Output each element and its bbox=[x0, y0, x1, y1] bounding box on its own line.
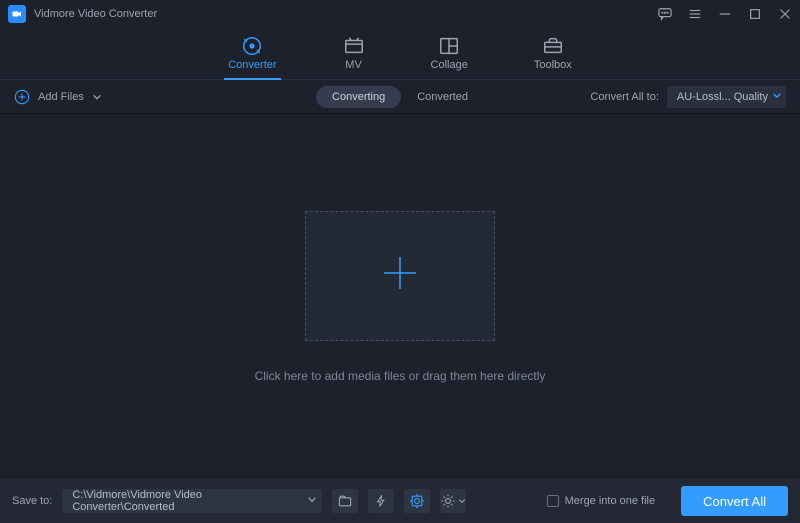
plus-circle-icon bbox=[14, 89, 30, 105]
minimize-icon[interactable] bbox=[718, 7, 732, 21]
window-controls bbox=[658, 7, 792, 21]
chevron-down-icon bbox=[307, 495, 317, 508]
sub-tabs: Converting Converted bbox=[316, 86, 484, 108]
app-logo-icon bbox=[8, 5, 26, 23]
merge-label: Merge into one file bbox=[565, 495, 656, 507]
lightning-off-button[interactable] bbox=[368, 489, 394, 513]
checkbox-icon bbox=[547, 495, 559, 507]
menu-icon[interactable] bbox=[688, 7, 702, 21]
converter-icon bbox=[241, 37, 263, 55]
convert-all-to-label: Convert All to: bbox=[590, 91, 658, 103]
save-to-label: Save to: bbox=[12, 495, 52, 507]
chevron-down-icon bbox=[92, 92, 102, 102]
app-title: Vidmore Video Converter bbox=[34, 8, 157, 20]
gpu-accel-button[interactable] bbox=[404, 489, 430, 513]
add-files-label: Add Files bbox=[38, 91, 84, 103]
add-files-button[interactable]: Add Files bbox=[14, 89, 102, 105]
chevron-down-icon bbox=[772, 90, 782, 103]
plus-icon bbox=[378, 251, 422, 300]
toolbar: Add Files Converting Converted Convert A… bbox=[0, 80, 800, 114]
tab-label: Toolbox bbox=[534, 59, 572, 71]
drop-hint: Click here to add media files or drag th… bbox=[255, 369, 546, 383]
collage-icon bbox=[438, 37, 460, 55]
maximize-icon[interactable] bbox=[748, 7, 762, 21]
convert-all-button[interactable]: Convert All bbox=[681, 486, 788, 516]
feedback-icon[interactable] bbox=[658, 7, 672, 21]
output-format-dropdown[interactable]: AU-Lossl... Quality bbox=[667, 86, 786, 108]
subtab-converted[interactable]: Converted bbox=[401, 86, 484, 108]
tab-toolbox[interactable]: Toolbox bbox=[530, 28, 576, 79]
mv-icon bbox=[343, 37, 365, 55]
merge-checkbox[interactable]: Merge into one file bbox=[547, 495, 656, 507]
toolbox-icon bbox=[542, 37, 564, 55]
title-bar: Vidmore Video Converter bbox=[0, 0, 800, 28]
tab-label: MV bbox=[345, 59, 362, 71]
tab-converter[interactable]: Converter bbox=[224, 28, 280, 79]
convert-all-to: Convert All to: AU-Lossl... Quality bbox=[590, 86, 786, 108]
close-icon[interactable] bbox=[778, 7, 792, 21]
output-format-value: AU-Lossl... Quality bbox=[677, 91, 768, 103]
tab-collage[interactable]: Collage bbox=[427, 28, 472, 79]
save-path-dropdown[interactable]: C:\Vidmore\Vidmore Video Converter\Conve… bbox=[62, 489, 322, 513]
drop-zone[interactable] bbox=[305, 211, 495, 341]
bottom-bar: Save to: C:\Vidmore\Vidmore Video Conver… bbox=[0, 479, 800, 523]
save-path-value: C:\Vidmore\Vidmore Video Converter\Conve… bbox=[72, 489, 300, 513]
subtab-converting[interactable]: Converting bbox=[316, 86, 401, 108]
settings-button[interactable] bbox=[440, 489, 466, 513]
open-folder-button[interactable] bbox=[332, 489, 358, 513]
top-nav: Converter MV Collage Toolbox bbox=[0, 28, 800, 80]
tab-label: Collage bbox=[431, 59, 468, 71]
tab-label: Converter bbox=[228, 59, 276, 71]
tab-mv[interactable]: MV bbox=[339, 28, 369, 79]
main-area: Click here to add media files or drag th… bbox=[0, 114, 800, 479]
